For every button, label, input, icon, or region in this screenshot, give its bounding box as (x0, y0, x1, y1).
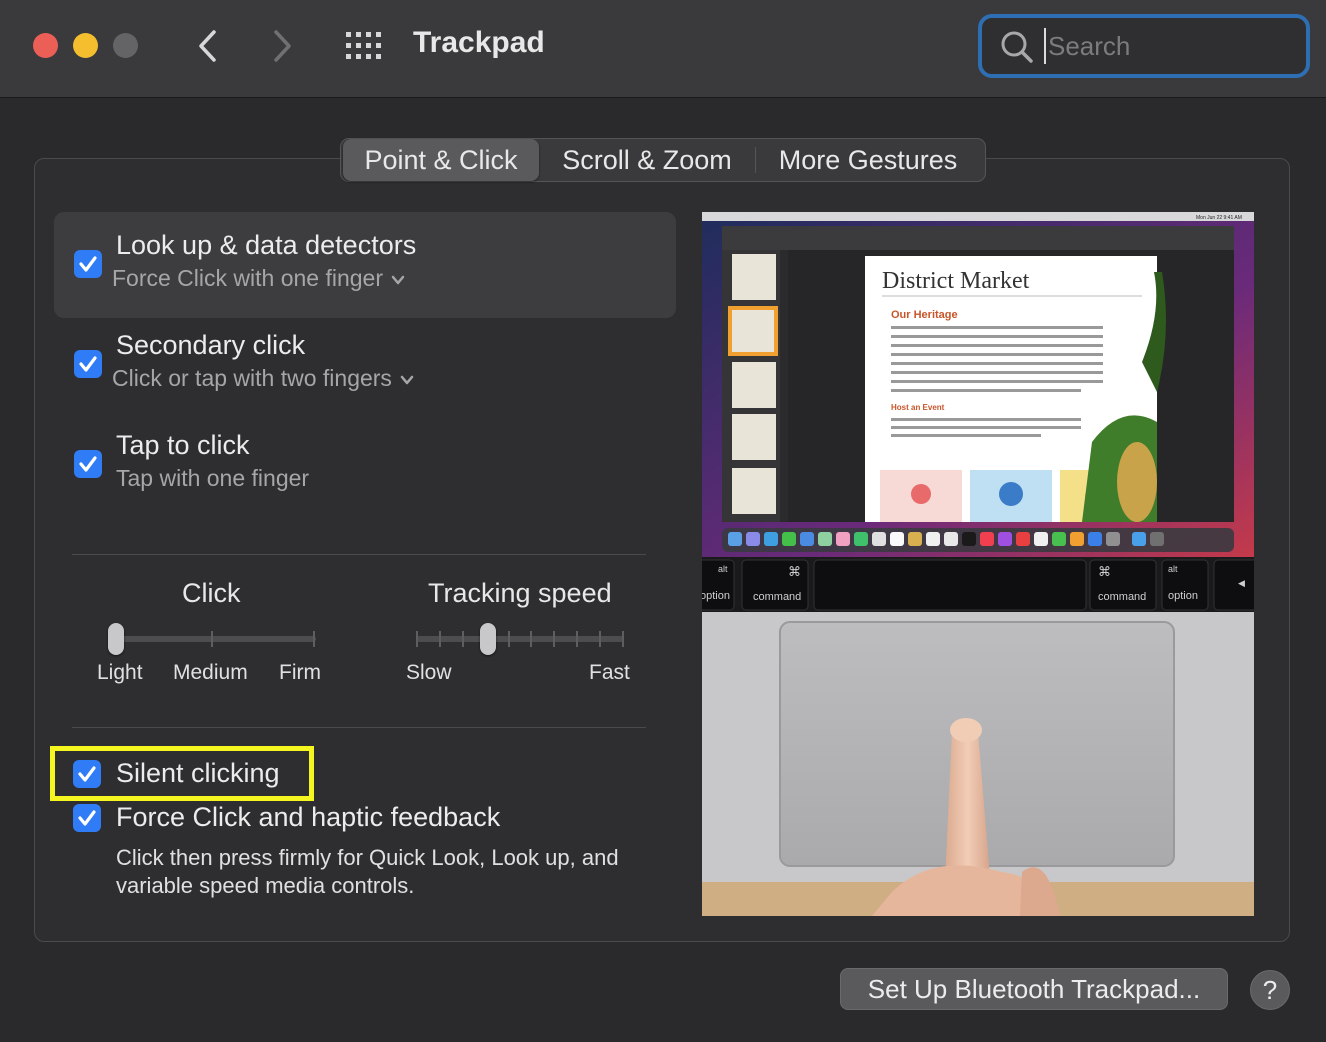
chevron-left-icon (199, 30, 216, 62)
tab-bar: Point & Click Scroll & Zoom More Gesture… (340, 138, 986, 182)
key-option-left: option (702, 590, 730, 602)
tracking-label-slow: Slow (406, 661, 452, 684)
secondary-click-label: Click or tap with two fingers (112, 365, 392, 391)
checkmark-icon (79, 456, 97, 472)
slider-tick (462, 631, 464, 647)
slider-tick (553, 631, 555, 647)
preview-illustration: Mon Jun 22 9:41 AM District Market Our H… (702, 212, 1254, 916)
help-button[interactable]: ? (1250, 970, 1290, 1010)
checkmark-icon (78, 810, 96, 826)
key-cmd-symbol-left: ⌘ (788, 564, 801, 579)
doc-heading-event: Host an Event (891, 403, 945, 412)
slider-tick (416, 631, 418, 647)
slider-tick (211, 631, 213, 647)
chevron-right-icon (274, 30, 291, 62)
chevron-down-icon (391, 275, 405, 285)
window-title: Trackpad (413, 26, 545, 59)
secondary-click-select[interactable]: Click or tap with two fingers (112, 365, 414, 392)
minimize-window-button[interactable] (73, 33, 98, 58)
svg-text:◀: ◀ (1238, 578, 1245, 588)
key-command-right: command (1098, 591, 1146, 603)
tap-to-click-checkbox[interactable] (74, 450, 102, 478)
title-bar: Trackpad (0, 0, 1326, 98)
slider-tick (439, 631, 441, 647)
tap-to-click-sub: Tap with one finger (116, 465, 310, 491)
key-alt-left: alt (718, 564, 728, 574)
slider-tick (622, 631, 624, 647)
key-option-right: option (1168, 590, 1198, 602)
menu-bar-clock: Mon Jun 22 9:41 AM (1196, 215, 1242, 221)
lookup-gesture-label: Force Click with one finger (112, 265, 383, 291)
tab-more-gestures[interactable]: More Gestures (756, 139, 980, 181)
click-label-medium: Medium (173, 661, 248, 684)
slider-tick (313, 631, 315, 647)
click-slider-title: Click (182, 578, 241, 608)
click-slider-track[interactable] (112, 636, 316, 642)
grid-icon (346, 32, 381, 59)
click-slider-knob[interactable] (108, 623, 124, 655)
zoom-window-button[interactable] (113, 33, 138, 58)
lookup-gesture-select[interactable]: Force Click with one finger (112, 265, 405, 292)
checkmark-icon (79, 256, 97, 272)
secondary-click-title: Secondary click (116, 330, 306, 360)
setup-bluetooth-trackpad-button[interactable]: Set Up Bluetooth Trackpad... (840, 968, 1228, 1010)
tracking-slider-title: Tracking speed (428, 578, 612, 608)
back-button[interactable] (192, 26, 226, 66)
show-all-button[interactable] (344, 30, 384, 62)
close-window-button[interactable] (33, 33, 58, 58)
slider-tick (599, 631, 601, 647)
doc-heading-heritage: Our Heritage (891, 309, 958, 321)
search-field[interactable] (978, 14, 1310, 78)
gesture-preview-video: Mon Jun 22 9:41 AM District Market Our H… (702, 212, 1254, 916)
force-click-title: Force Click and haptic feedback (116, 802, 501, 832)
click-label-light: Light (97, 661, 143, 684)
silent-clicking-title: Silent clicking (116, 758, 280, 788)
chevron-down-icon (400, 375, 414, 385)
tab-point-click[interactable]: Point & Click (343, 139, 539, 181)
tracking-slider-knob[interactable] (480, 623, 496, 655)
tap-to-click-title: Tap to click (116, 430, 250, 460)
key-command-left: command (753, 591, 801, 603)
lookup-checkbox[interactable] (74, 250, 102, 278)
search-icon (1001, 31, 1033, 63)
option-secondary-click: Secondary click Click or tap with two fi… (54, 318, 676, 424)
force-click-description: Click then press firmly for Quick Look, … (116, 845, 619, 898)
tracking-slider-track[interactable] (416, 636, 624, 642)
lookup-title: Look up & data detectors (116, 230, 417, 260)
divider (72, 554, 646, 555)
option-lookup: Look up & data detectors Force Click wit… (54, 212, 676, 318)
forward-button[interactable] (266, 26, 300, 66)
key-cmd-symbol-right: ⌘ (1098, 564, 1111, 579)
search-input[interactable] (1044, 28, 1294, 64)
key-alt-right: alt (1168, 564, 1178, 574)
slider-tick (576, 631, 578, 647)
slider-tick (508, 631, 510, 647)
force-click-checkbox[interactable] (73, 804, 101, 832)
slider-tick (530, 631, 532, 647)
secondary-click-checkbox[interactable] (74, 350, 102, 378)
checkmark-icon (79, 356, 97, 372)
tab-scroll-zoom[interactable]: Scroll & Zoom (539, 139, 755, 181)
tracking-label-fast: Fast (589, 661, 630, 684)
option-tap-to-click: Tap to click Tap with one finger (54, 418, 676, 524)
checkmark-icon (78, 766, 96, 782)
doc-title: District Market (882, 268, 1030, 294)
silent-clicking-checkbox[interactable] (73, 760, 101, 788)
click-label-firm: Firm (279, 661, 321, 684)
divider (72, 727, 646, 728)
